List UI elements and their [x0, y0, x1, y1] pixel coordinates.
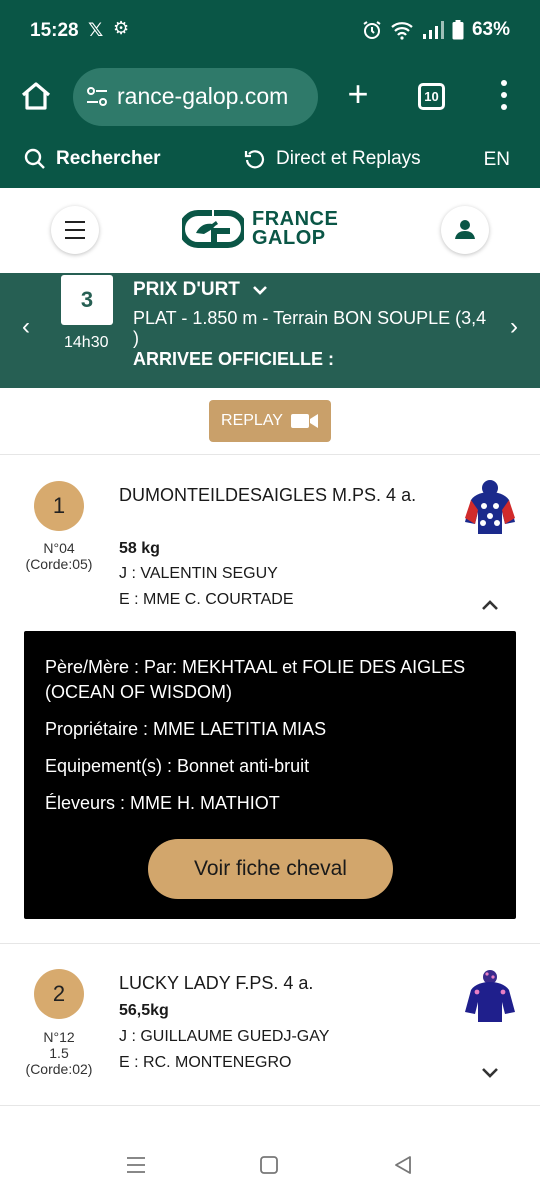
- browser-toolbar: rance-galop.com + 10: [0, 60, 540, 132]
- new-tab-button[interactable]: +: [342, 76, 374, 112]
- more-vert-icon[interactable]: [494, 80, 514, 112]
- system-navigation-bar: [0, 1130, 540, 1200]
- trainer: E : MME C. COURTADE: [119, 591, 294, 608]
- hamburger-icon-bar: [65, 229, 85, 231]
- jockey-silks-icon: [465, 970, 515, 1022]
- hamburger-icon: [65, 221, 85, 223]
- search-link[interactable]: Rechercher: [24, 148, 161, 170]
- race-selector[interactable]: PRIX D'URT: [133, 279, 268, 301]
- horse-meta: N°04 (Corde:05): [10, 540, 108, 572]
- race-number: 3: [61, 275, 113, 325]
- horse-details-panel: Père/Mère : Par: MEKHTAAL et FOLIE DES A…: [24, 631, 516, 919]
- x-icon: 𝕏: [88, 20, 104, 41]
- search-label: Rechercher: [56, 148, 161, 169]
- france-galop-logo[interactable]: FRANCE GALOP: [182, 208, 362, 250]
- saddle-number: N°04: [43, 540, 75, 556]
- status-bar: 15:28 𝕏 ⚙ 63%: [0, 0, 540, 60]
- hamburger-menu-button[interactable]: [51, 206, 99, 254]
- hamburger-icon-bar: [65, 237, 85, 239]
- equipment: Equipement(s) : Bonnet anti-bruit: [45, 756, 310, 776]
- horse-name[interactable]: LUCKY LADY F.PS. 4 a.: [119, 970, 439, 996]
- wifi-icon: [391, 22, 413, 40]
- divider: [0, 943, 540, 944]
- previous-race-chevron-icon[interactable]: ‹: [22, 313, 30, 341]
- chevron-up-icon[interactable]: [480, 598, 500, 612]
- plus-icon: +: [347, 73, 369, 114]
- alarm-icon: [363, 21, 381, 39]
- divider: [0, 454, 540, 455]
- site-nav: Rechercher Direct et Replays EN: [0, 132, 540, 188]
- home-nav-icon[interactable]: [260, 1156, 278, 1174]
- divider: [0, 1105, 540, 1106]
- logo-emblem-icon: [182, 210, 244, 248]
- status-icons: 63%: [362, 19, 510, 41]
- horse-name[interactable]: DUMONTEILDESAIGLES M.PS. 4 a.: [119, 482, 439, 508]
- logo-header: FRANCE GALOP: [0, 188, 540, 272]
- address-bar[interactable]: rance-galop.com: [73, 68, 318, 126]
- odds: 1.5: [49, 1045, 69, 1061]
- clock: 15:28: [30, 20, 79, 41]
- owner: Propriétaire : MME LAETITIA MIAS: [45, 719, 327, 739]
- race-name: PRIX D'URT: [133, 279, 240, 300]
- battery-icon: [452, 20, 464, 40]
- video-camera-icon: [290, 414, 318, 428]
- replay-label: REPLAY: [221, 412, 283, 429]
- account-button[interactable]: [441, 206, 489, 254]
- chevron-down-icon[interactable]: [480, 1066, 500, 1080]
- chevron-down-icon: [253, 286, 267, 295]
- recent-apps-icon[interactable]: [126, 1156, 146, 1174]
- horse-weight: 58 kg: [119, 540, 160, 557]
- logo-line-2: GALOP: [252, 227, 326, 249]
- horse-profile-button[interactable]: Voir fiche cheval: [148, 839, 393, 899]
- search-icon: [24, 148, 45, 169]
- jockey-silks-icon: [465, 480, 515, 534]
- parents: Père/Mère : Par: MEKHTAAL et FOLIE DES A…: [45, 657, 466, 702]
- replay-button[interactable]: REPLAY: [209, 400, 331, 442]
- horse-meta: N°12 1.5 (Corde:02): [10, 1029, 108, 1077]
- race-description: PLAT - 1.850 m - Terrain BON SOUPLE (3,4…: [133, 308, 487, 348]
- draw-number: (Corde:05): [25, 556, 93, 572]
- direct-replays-link[interactable]: Direct et Replays: [244, 148, 421, 170]
- url-text[interactable]: rance-galop.com: [117, 83, 288, 110]
- gear-icon: ⚙: [113, 18, 130, 38]
- race-banner: ‹ 3 14h30 PRIX D'URT PLAT - 1.850 m - Te…: [0, 273, 540, 388]
- signal-icon: [422, 21, 444, 39]
- language-switch[interactable]: EN: [484, 149, 510, 171]
- next-race-chevron-icon[interactable]: ›: [510, 313, 518, 341]
- logo-text: FRANCE GALOP: [252, 209, 338, 249]
- battery-level: 63%: [471, 19, 510, 40]
- horse-weight: 56,5kg: [119, 1002, 169, 1019]
- home-icon[interactable]: [18, 78, 54, 114]
- trainer: E : RC. MONTENEGRO: [119, 1054, 292, 1071]
- jockey: J : GUILLAUME GUEDJ-GAY: [119, 1028, 330, 1045]
- user-icon: [455, 220, 475, 239]
- replay-arrow-icon: [244, 150, 265, 169]
- direct-replays-label: Direct et Replays: [276, 148, 421, 169]
- saddle-number: N°12: [43, 1029, 75, 1045]
- draw-number: (Corde:02): [25, 1061, 93, 1077]
- back-icon[interactable]: [394, 1156, 412, 1174]
- rank-badge: 1: [34, 481, 84, 531]
- tabs-button[interactable]: 10: [418, 83, 445, 110]
- rank-badge: 2: [34, 969, 84, 1019]
- race-time: 14h30: [64, 334, 109, 351]
- race-status: ARRIVEE OFFICIELLE :: [133, 349, 335, 369]
- breeders: Éleveurs : MME H. MATHIOT: [45, 793, 280, 813]
- jockey: J : VALENTIN SEGUY: [119, 565, 278, 582]
- tune-icon[interactable]: [85, 86, 109, 108]
